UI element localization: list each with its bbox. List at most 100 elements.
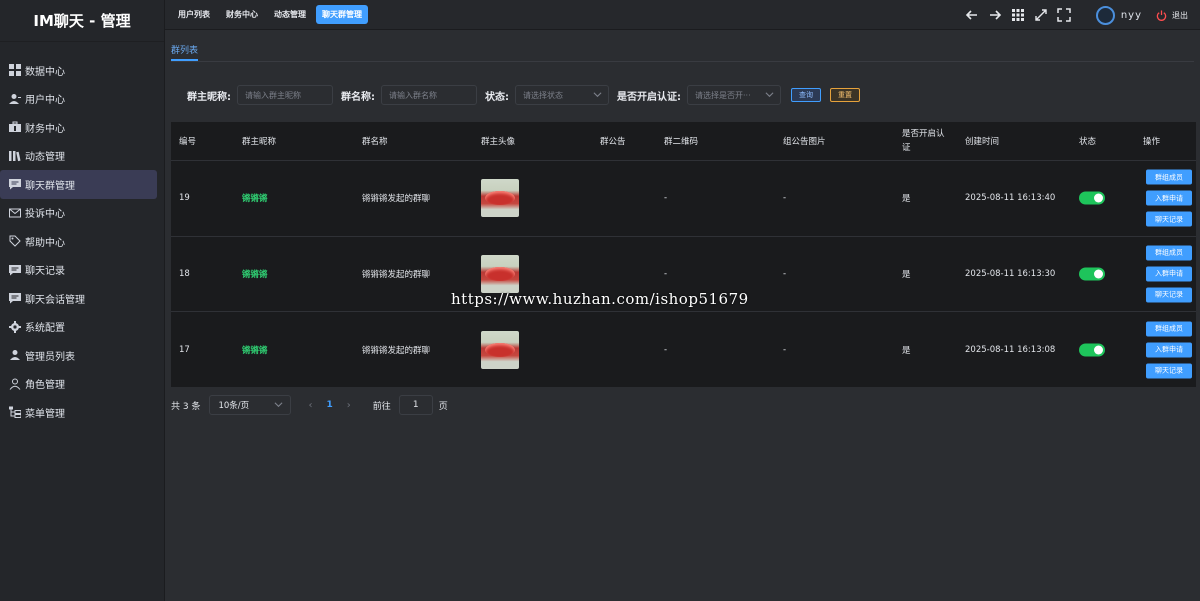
status-toggle[interactable]	[1079, 343, 1105, 357]
fullscreen-icon[interactable]	[1056, 7, 1072, 23]
chat-icon	[9, 292, 21, 304]
sidebar-menu: 数据中心 用户中心 财务中心 动态管理 聊天群管理 投诉中心 帮助中心 聊天记录…	[0, 56, 164, 427]
chat-log-button[interactable]: 聊天记录	[1146, 287, 1192, 303]
apps-grid-icon[interactable]	[1010, 7, 1026, 23]
verify-select[interactable]: 请选择是否开···	[687, 85, 781, 105]
tab-group-chat[interactable]: 聊天群管理	[316, 5, 368, 24]
expand-icon[interactable]	[1033, 7, 1049, 23]
tab-user-list[interactable]: 用户列表	[172, 5, 216, 24]
sidebar-item-label: 帮助中心	[25, 237, 65, 249]
cell-verify: 是	[902, 194, 911, 205]
join-requests-button[interactable]: 入群申请	[1146, 190, 1192, 206]
owner-nickname-input[interactable]: 请输入群主昵称	[237, 85, 333, 105]
group-name-filter-label: 群名称:	[341, 91, 375, 103]
table-row: 17 锵锵锵 锵锵锵发起的群聊 - - 是 2025-08-11 16:13:0…	[171, 312, 1196, 388]
members-button[interactable]: 群组成员	[1146, 169, 1192, 185]
sidebar-item-label: 菜单管理	[25, 408, 65, 420]
sidebar-item-label: 财务中心	[25, 123, 65, 135]
cell-notice-image: -	[783, 193, 787, 204]
goto-page-input[interactable]: 1	[398, 395, 433, 415]
next-page-icon[interactable]: ›	[347, 400, 351, 411]
table-header: 编号 群主昵称 群名称 群主头像 群公告 群二维码 组公告图片 是否开启认证 创…	[171, 122, 1196, 161]
sidebar-item-admins[interactable]: 管理员列表	[0, 341, 157, 370]
sidebar-item-sessions[interactable]: 聊天会话管理	[0, 284, 157, 313]
sidebar-item-chat-log[interactable]: 聊天记录	[0, 256, 157, 285]
row-actions: 群组成员 入群申请 聊天记录	[1146, 318, 1192, 381]
owner-avatar-image[interactable]	[481, 330, 519, 369]
logout-button[interactable]: 退出	[1156, 9, 1188, 21]
col-actions: 操作	[1143, 137, 1161, 147]
group-name-input[interactable]: 请输入群名称	[381, 85, 477, 105]
row-actions: 群组成员 入群申请 聊天记录	[1146, 242, 1192, 305]
sidebar: IM聊天 - 管理 数据中心 用户中心 财务中心 动态管理 聊天群管理 投诉中心	[0, 0, 165, 601]
chat-log-button[interactable]: 聊天记录	[1146, 363, 1192, 379]
group-table: 编号 群主昵称 群名称 群主头像 群公告 群二维码 组公告图片 是否开启认证 创…	[171, 122, 1196, 387]
row-actions: 群组成员 入群申请 聊天记录	[1146, 167, 1192, 230]
username[interactable]: nyy	[1121, 10, 1142, 21]
sidebar-item-label: 系统配置	[25, 323, 65, 335]
status-placeholder: 请选择状态	[523, 90, 563, 100]
sidebar-item-menus[interactable]: 菜单管理	[0, 398, 157, 427]
chevron-down-icon	[593, 92, 602, 98]
verify-placeholder: 请选择是否开···	[695, 90, 751, 100]
sidebar-item-label: 聊天会话管理	[25, 294, 85, 306]
join-requests-button[interactable]: 入群申请	[1146, 266, 1192, 282]
status-select[interactable]: 请选择状态	[515, 85, 609, 105]
page-number[interactable]: 1	[326, 400, 332, 410]
chevron-down-icon	[274, 402, 283, 408]
sidebar-item-finance[interactable]: 财务中心	[0, 113, 157, 142]
cell-id: 17	[179, 344, 190, 355]
arrow-right-icon[interactable]	[987, 7, 1003, 23]
cell-qrcode: -	[664, 193, 668, 204]
sidebar-item-user-center[interactable]: 用户中心	[0, 85, 157, 114]
status-toggle[interactable]	[1079, 191, 1105, 205]
sidebar-item-data-center[interactable]: 数据中心	[0, 56, 157, 85]
nav-tabs: 用户列表 财务中心 动态管理 聊天群管理	[165, 5, 372, 24]
sidebar-item-roles[interactable]: 角色管理	[0, 370, 157, 399]
sidebar-item-label: 投诉中心	[25, 209, 65, 221]
user-icon	[9, 349, 21, 361]
owner-avatar-image[interactable]	[481, 179, 519, 218]
tag-icon	[9, 235, 21, 247]
tab-group-list[interactable]: 群列表	[171, 40, 199, 61]
pagination: 共 3 条 10条/页 ‹ 1 › 前往 1 页	[171, 395, 448, 415]
sidebar-item-settings[interactable]: 系统配置	[0, 313, 157, 342]
join-requests-button[interactable]: 入群申请	[1146, 342, 1192, 358]
prev-page-icon[interactable]: ‹	[308, 400, 312, 411]
sidebar-item-label: 数据中心	[25, 66, 65, 78]
chat-log-button[interactable]: 聊天记录	[1146, 211, 1192, 227]
sidebar-item-help[interactable]: 帮助中心	[0, 227, 157, 256]
cell-notice-image: -	[783, 344, 787, 355]
status-toggle[interactable]	[1079, 267, 1105, 281]
filter-bar: 群主昵称: 请输入群主昵称 群名称: 请输入群名称 状态: 请选择状态 是否开启…	[187, 85, 860, 105]
reset-button[interactable]: 重置	[830, 88, 860, 102]
arrow-left-icon[interactable]	[964, 7, 980, 23]
sidebar-item-moments[interactable]: 动态管理	[0, 142, 157, 171]
main-content: 群列表 群主昵称: 请输入群主昵称 群名称: 请输入群名称 状态: 请选择状态 …	[165, 30, 1200, 601]
tab-finance[interactable]: 财务中心	[220, 5, 264, 24]
library-icon	[9, 150, 21, 162]
query-button[interactable]: 查询	[791, 88, 821, 102]
cell-id: 19	[179, 193, 190, 204]
owner-nickname-placeholder: 请输入群主昵称	[245, 90, 301, 100]
user-icon	[9, 93, 21, 105]
sidebar-item-complaints[interactable]: 投诉中心	[0, 199, 157, 228]
sidebar-item-label: 用户中心	[25, 95, 65, 107]
members-button[interactable]: 群组成员	[1146, 321, 1192, 337]
sidebar-item-group-chat[interactable]: 聊天群管理	[0, 170, 157, 199]
page-size-select[interactable]: 10条/页	[209, 395, 292, 415]
cell-owner: 锵锵锵	[242, 194, 268, 205]
goto-label: 前往	[372, 401, 391, 412]
tab-moments[interactable]: 动态管理	[268, 5, 312, 24]
sidebar-item-label: 管理员列表	[25, 351, 75, 363]
cell-created: 2025-08-11 16:13:30	[965, 268, 1056, 279]
owner-avatar-image[interactable]	[481, 254, 519, 293]
cell-notice-image: -	[783, 268, 787, 279]
avatar[interactable]	[1095, 5, 1115, 25]
watermark-text: https://www.huzhan.com/ishop51679	[451, 290, 749, 308]
members-button[interactable]: 群组成员	[1146, 245, 1192, 261]
chevron-down-icon	[765, 92, 774, 98]
col-avatar: 群主头像	[481, 137, 516, 147]
sidebar-item-label: 聊天群管理	[25, 180, 75, 192]
cell-owner: 锵锵锵	[242, 269, 268, 280]
